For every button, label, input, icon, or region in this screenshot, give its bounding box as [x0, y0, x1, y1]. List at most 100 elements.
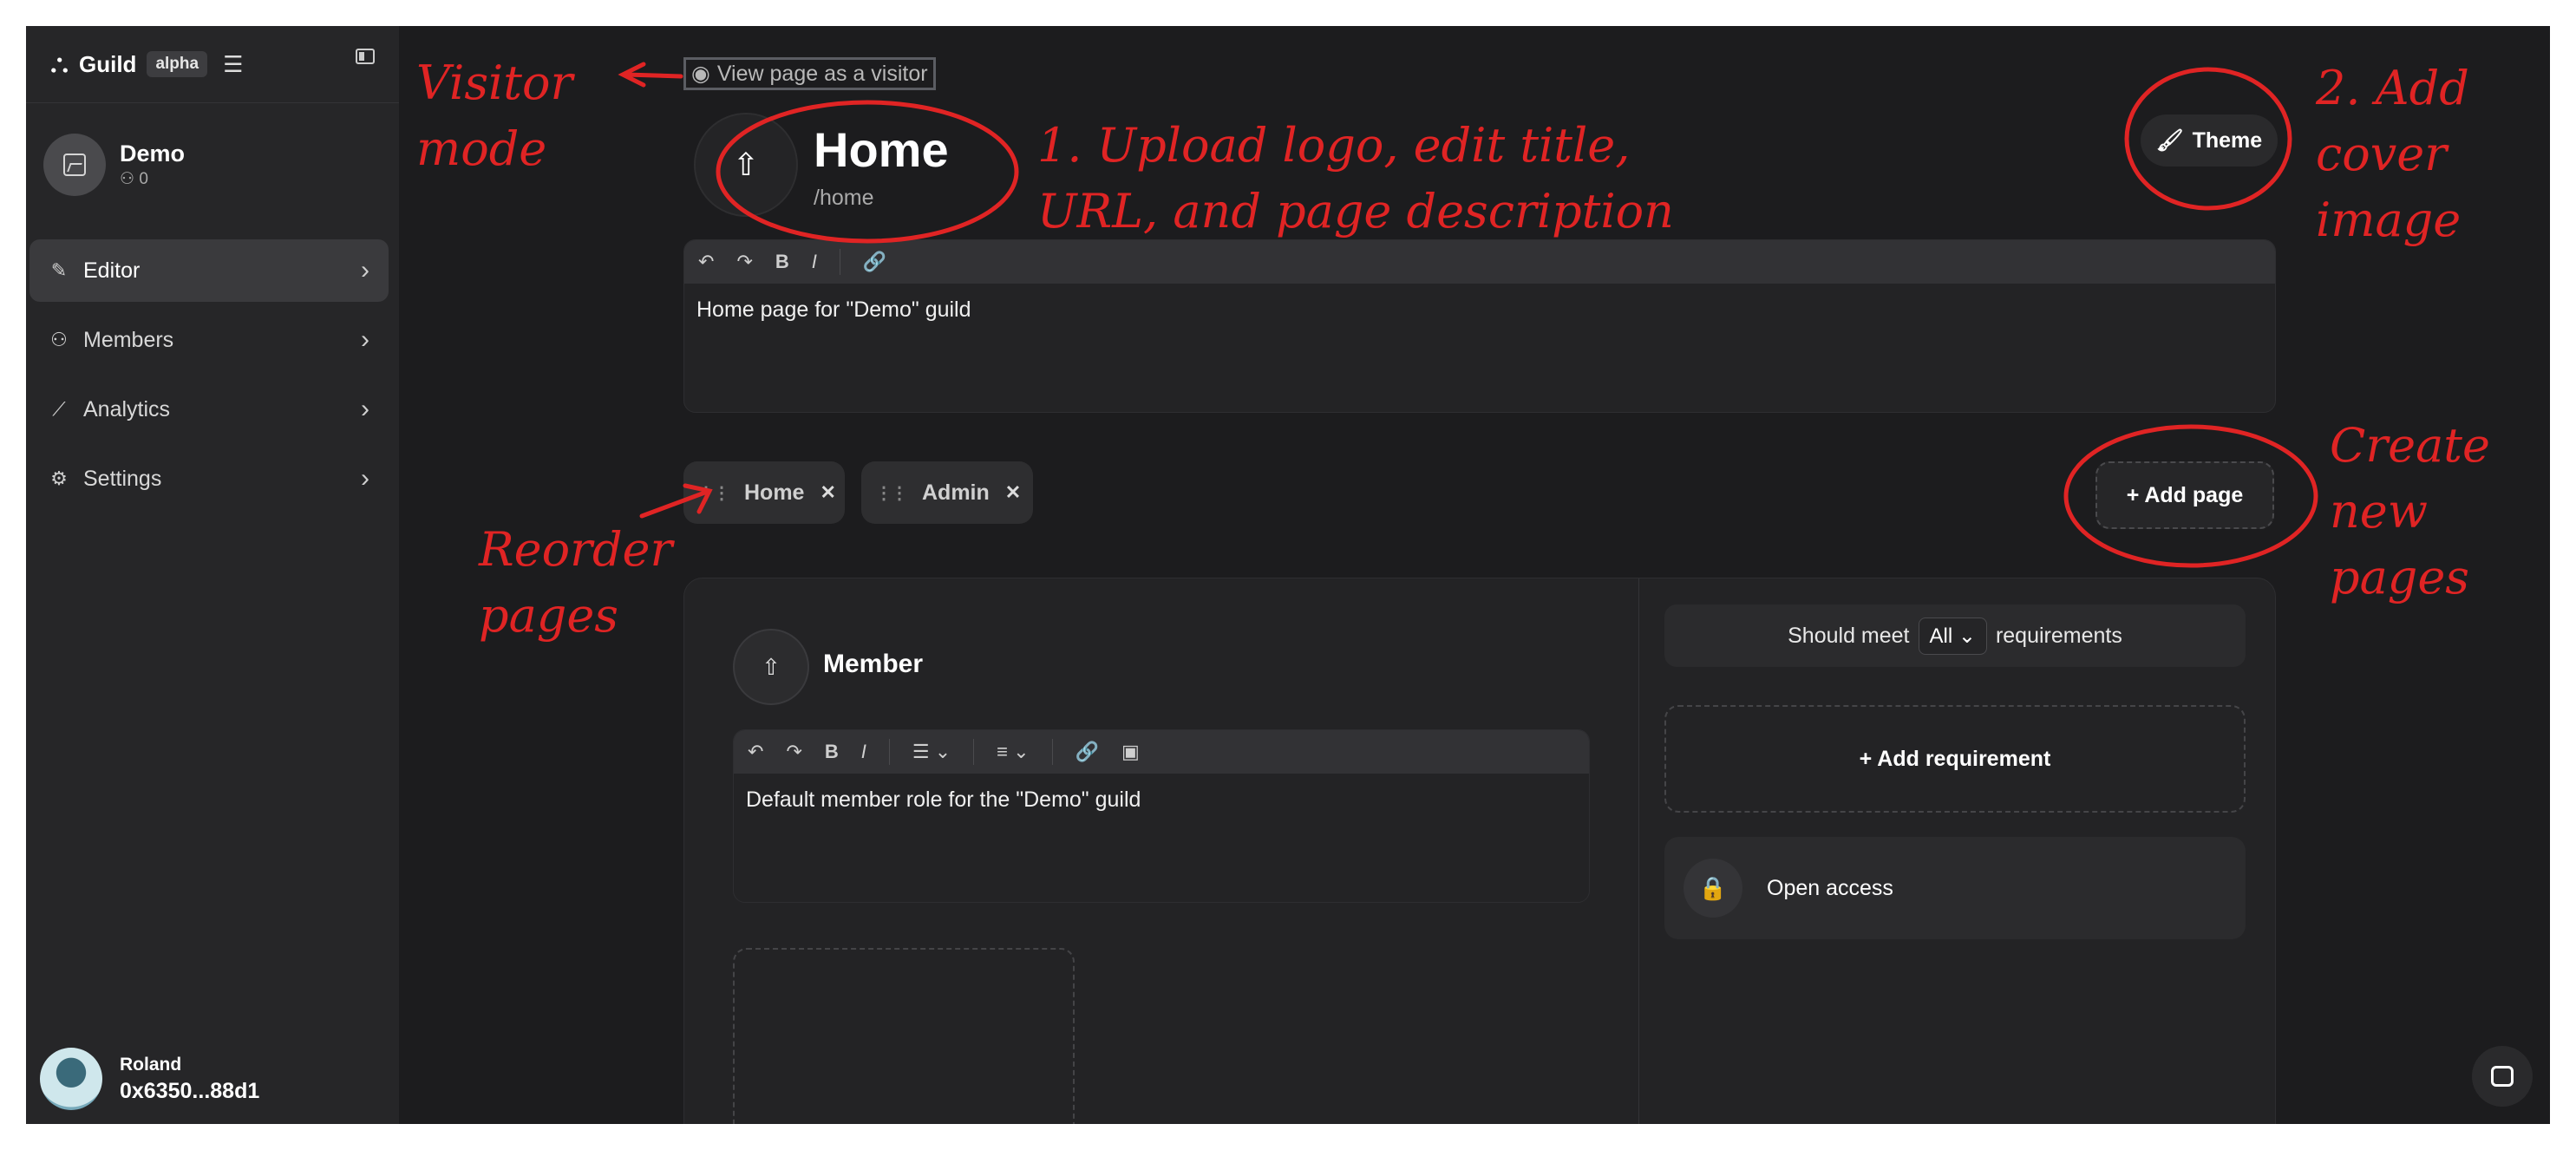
drag-handle-icon[interactable]: ⋮⋮ — [697, 482, 730, 504]
italic-icon[interactable]: I — [812, 251, 817, 273]
bullet-list-icon[interactable]: ☰ ⌄ — [912, 741, 951, 763]
link-icon[interactable]: 🔗 — [863, 251, 886, 273]
paint-roller-icon: 🖌 — [2155, 127, 2184, 153]
guild-card[interactable]: Demo ⚇ 0 — [43, 134, 185, 196]
annotation-line: 1. Upload logo, edit title, — [1037, 118, 1631, 173]
chevron-right-icon: › — [361, 256, 369, 284]
sidebar-item-label: Settings — [83, 466, 162, 491]
add-page-button[interactable]: + Add page — [2095, 461, 2274, 529]
annotation-add-cover: 2. Add cover image — [2316, 56, 2469, 253]
brand[interactable]: ⛬ Guild alpha ☰ — [50, 47, 243, 82]
annotation-line: new — [2330, 484, 2428, 539]
sidebar-item-label: Analytics — [83, 396, 171, 421]
undo-icon[interactable]: ↶ — [748, 741, 763, 763]
logo-upload-button[interactable]: ⇧ — [694, 113, 798, 217]
link-icon[interactable]: 🔗 — [1076, 741, 1099, 763]
drag-handle-icon[interactable]: ⋮⋮ — [875, 482, 908, 504]
role-card-divider — [1638, 578, 1639, 1124]
sidebar-item-members[interactable]: ⚇ Members › — [29, 309, 389, 371]
brand-name: Guild — [79, 50, 137, 77]
hamburger-menu-icon[interactable]: ☰ — [223, 51, 243, 78]
role-card: ⇧ Member ↶ ↷ B I ☰ ⌄ ≡ ⌄ 🔗 ▣ Default mem… — [683, 578, 2276, 1124]
annotation-line: image — [2316, 193, 2462, 247]
users-icon: ⚇ — [50, 329, 68, 350]
should-meet-prefix: Should meet — [1788, 623, 1910, 648]
sidebar-item-analytics[interactable]: ⟋ Analytics › — [29, 378, 389, 441]
sidebar-item-label: Editor — [83, 258, 141, 283]
page-tab-home[interactable]: ⋮⋮ Home ✕ — [683, 461, 845, 524]
user-name: Roland — [120, 1054, 182, 1075]
requirement-logic-value: All — [1929, 624, 1953, 648]
view-as-visitor-button[interactable]: ◉ View page as a visitor — [683, 57, 936, 90]
page-tab-admin[interactable]: ⋮⋮ Admin ✕ — [861, 461, 1033, 524]
numbered-list-icon[interactable]: ≡ ⌄ — [997, 741, 1029, 763]
gear-icon: ⚙ — [50, 467, 68, 489]
italic-icon[interactable]: I — [861, 741, 866, 763]
toolbar-divider — [1051, 739, 1053, 765]
collapse-sidebar-icon[interactable] — [356, 49, 375, 64]
view-as-visitor-label: View page as a visitor — [716, 61, 928, 86]
page-description-editor[interactable]: ↶ ↷ B I 🔗 Home page for "Demo" guild — [683, 239, 2276, 413]
sidebar-item-settings[interactable]: ⚙ Settings › — [29, 448, 389, 510]
close-icon[interactable]: ✕ — [1005, 481, 1021, 504]
guild-avatar — [43, 134, 106, 196]
guild-name: Demo — [120, 140, 186, 167]
chevron-right-icon: › — [361, 395, 369, 423]
image-icon[interactable]: ▣ — [1121, 741, 1140, 763]
page-title[interactable]: Home — [814, 121, 949, 178]
image-dropzone[interactable] — [733, 948, 1075, 1124]
redo-icon[interactable]: ↷ — [736, 251, 752, 273]
role-description-editor[interactable]: ↶ ↷ B I ☰ ⌄ ≡ ⌄ 🔗 ▣ Default member role … — [733, 729, 1590, 903]
chevron-right-icon: › — [361, 464, 369, 493]
bold-icon[interactable]: B — [775, 251, 789, 273]
annotation-line: cover — [2316, 127, 2448, 181]
annotation-upload-logo: 1. Upload logo, edit title, URL, and pag… — [1037, 113, 1674, 245]
wallet-address: 0x6350...88d1 — [120, 1078, 260, 1103]
annotation-line: Reorder — [479, 522, 673, 577]
add-requirement-button[interactable]: + Add requirement — [1664, 705, 2246, 813]
page-url[interactable]: /home — [814, 186, 873, 211]
members-icon: ⚇ — [120, 170, 135, 188]
undo-icon[interactable]: ↶ — [698, 251, 714, 273]
role-description-text[interactable]: Default member role for the "Demo" guild — [734, 774, 1589, 827]
requirement-logic-select[interactable]: All ⌄ — [1918, 617, 1987, 655]
toolbar-divider — [973, 739, 975, 765]
chevron-right-icon: › — [361, 325, 369, 354]
should-meet-suffix: requirements — [1995, 623, 2122, 648]
tab-label: Admin — [922, 480, 990, 505]
chat-icon — [2491, 1066, 2514, 1087]
role-name[interactable]: Member — [823, 650, 923, 679]
sidebar-nav: ✎ Editor › ⚇ Members › ⟋ Analytics › ⚙ S… — [26, 239, 399, 517]
page-description-text[interactable]: Home page for "Demo" guild — [684, 284, 2275, 337]
open-access-requirement[interactable]: 🔒 Open access — [1664, 837, 2246, 939]
editor-toolbar: ↶ ↷ B I ☰ ⌄ ≡ ⌄ 🔗 ▣ — [734, 730, 1589, 774]
member-count-value: 0 — [139, 170, 148, 188]
annotation-line: pages — [479, 588, 618, 643]
upload-icon: ⇧ — [762, 653, 781, 680]
close-icon[interactable]: ✕ — [820, 481, 835, 504]
open-access-label: Open access — [1767, 875, 1893, 900]
annotation-visitor-mode: Visitor mode — [416, 50, 572, 182]
sidebar-item-editor[interactable]: ✎ Editor › — [29, 239, 389, 302]
annotation-line: URL, and page description — [1037, 184, 1674, 238]
lock-icon: 🔒 — [1684, 859, 1742, 918]
editor-toolbar: ↶ ↷ B I 🔗 — [684, 240, 2275, 284]
annotation-line: pages — [2330, 550, 2469, 604]
sidebar-item-label: Members — [83, 327, 174, 352]
redo-icon[interactable]: ↷ — [786, 741, 801, 763]
guild-member-count: ⚇ 0 — [120, 169, 185, 189]
theme-button[interactable]: 🖌 Theme — [2141, 114, 2278, 167]
role-image-upload-button[interactable]: ⇧ — [733, 629, 809, 705]
chat-support-button[interactable] — [2472, 1046, 2533, 1107]
bold-icon[interactable]: B — [825, 741, 839, 763]
sidebar: ⛬ Guild alpha ☰ Demo ⚇ 0 ✎ Editor › ⚇ Me… — [26, 26, 399, 1124]
requirement-logic-bar: Should meet All ⌄ requirements — [1664, 604, 2246, 667]
toolbar-divider — [888, 739, 890, 765]
tab-label: Home — [744, 480, 805, 505]
guild-logo-icon: ⛬ — [50, 49, 69, 78]
annotation-line: 2. Add — [2316, 61, 2469, 115]
chevron-down-icon: ⌄ — [1958, 624, 1976, 648]
eye-icon: ◉ — [691, 62, 710, 86]
user-account[interactable]: Roland 0x6350...88d1 — [40, 1048, 259, 1110]
sidebar-divider — [26, 102, 399, 103]
